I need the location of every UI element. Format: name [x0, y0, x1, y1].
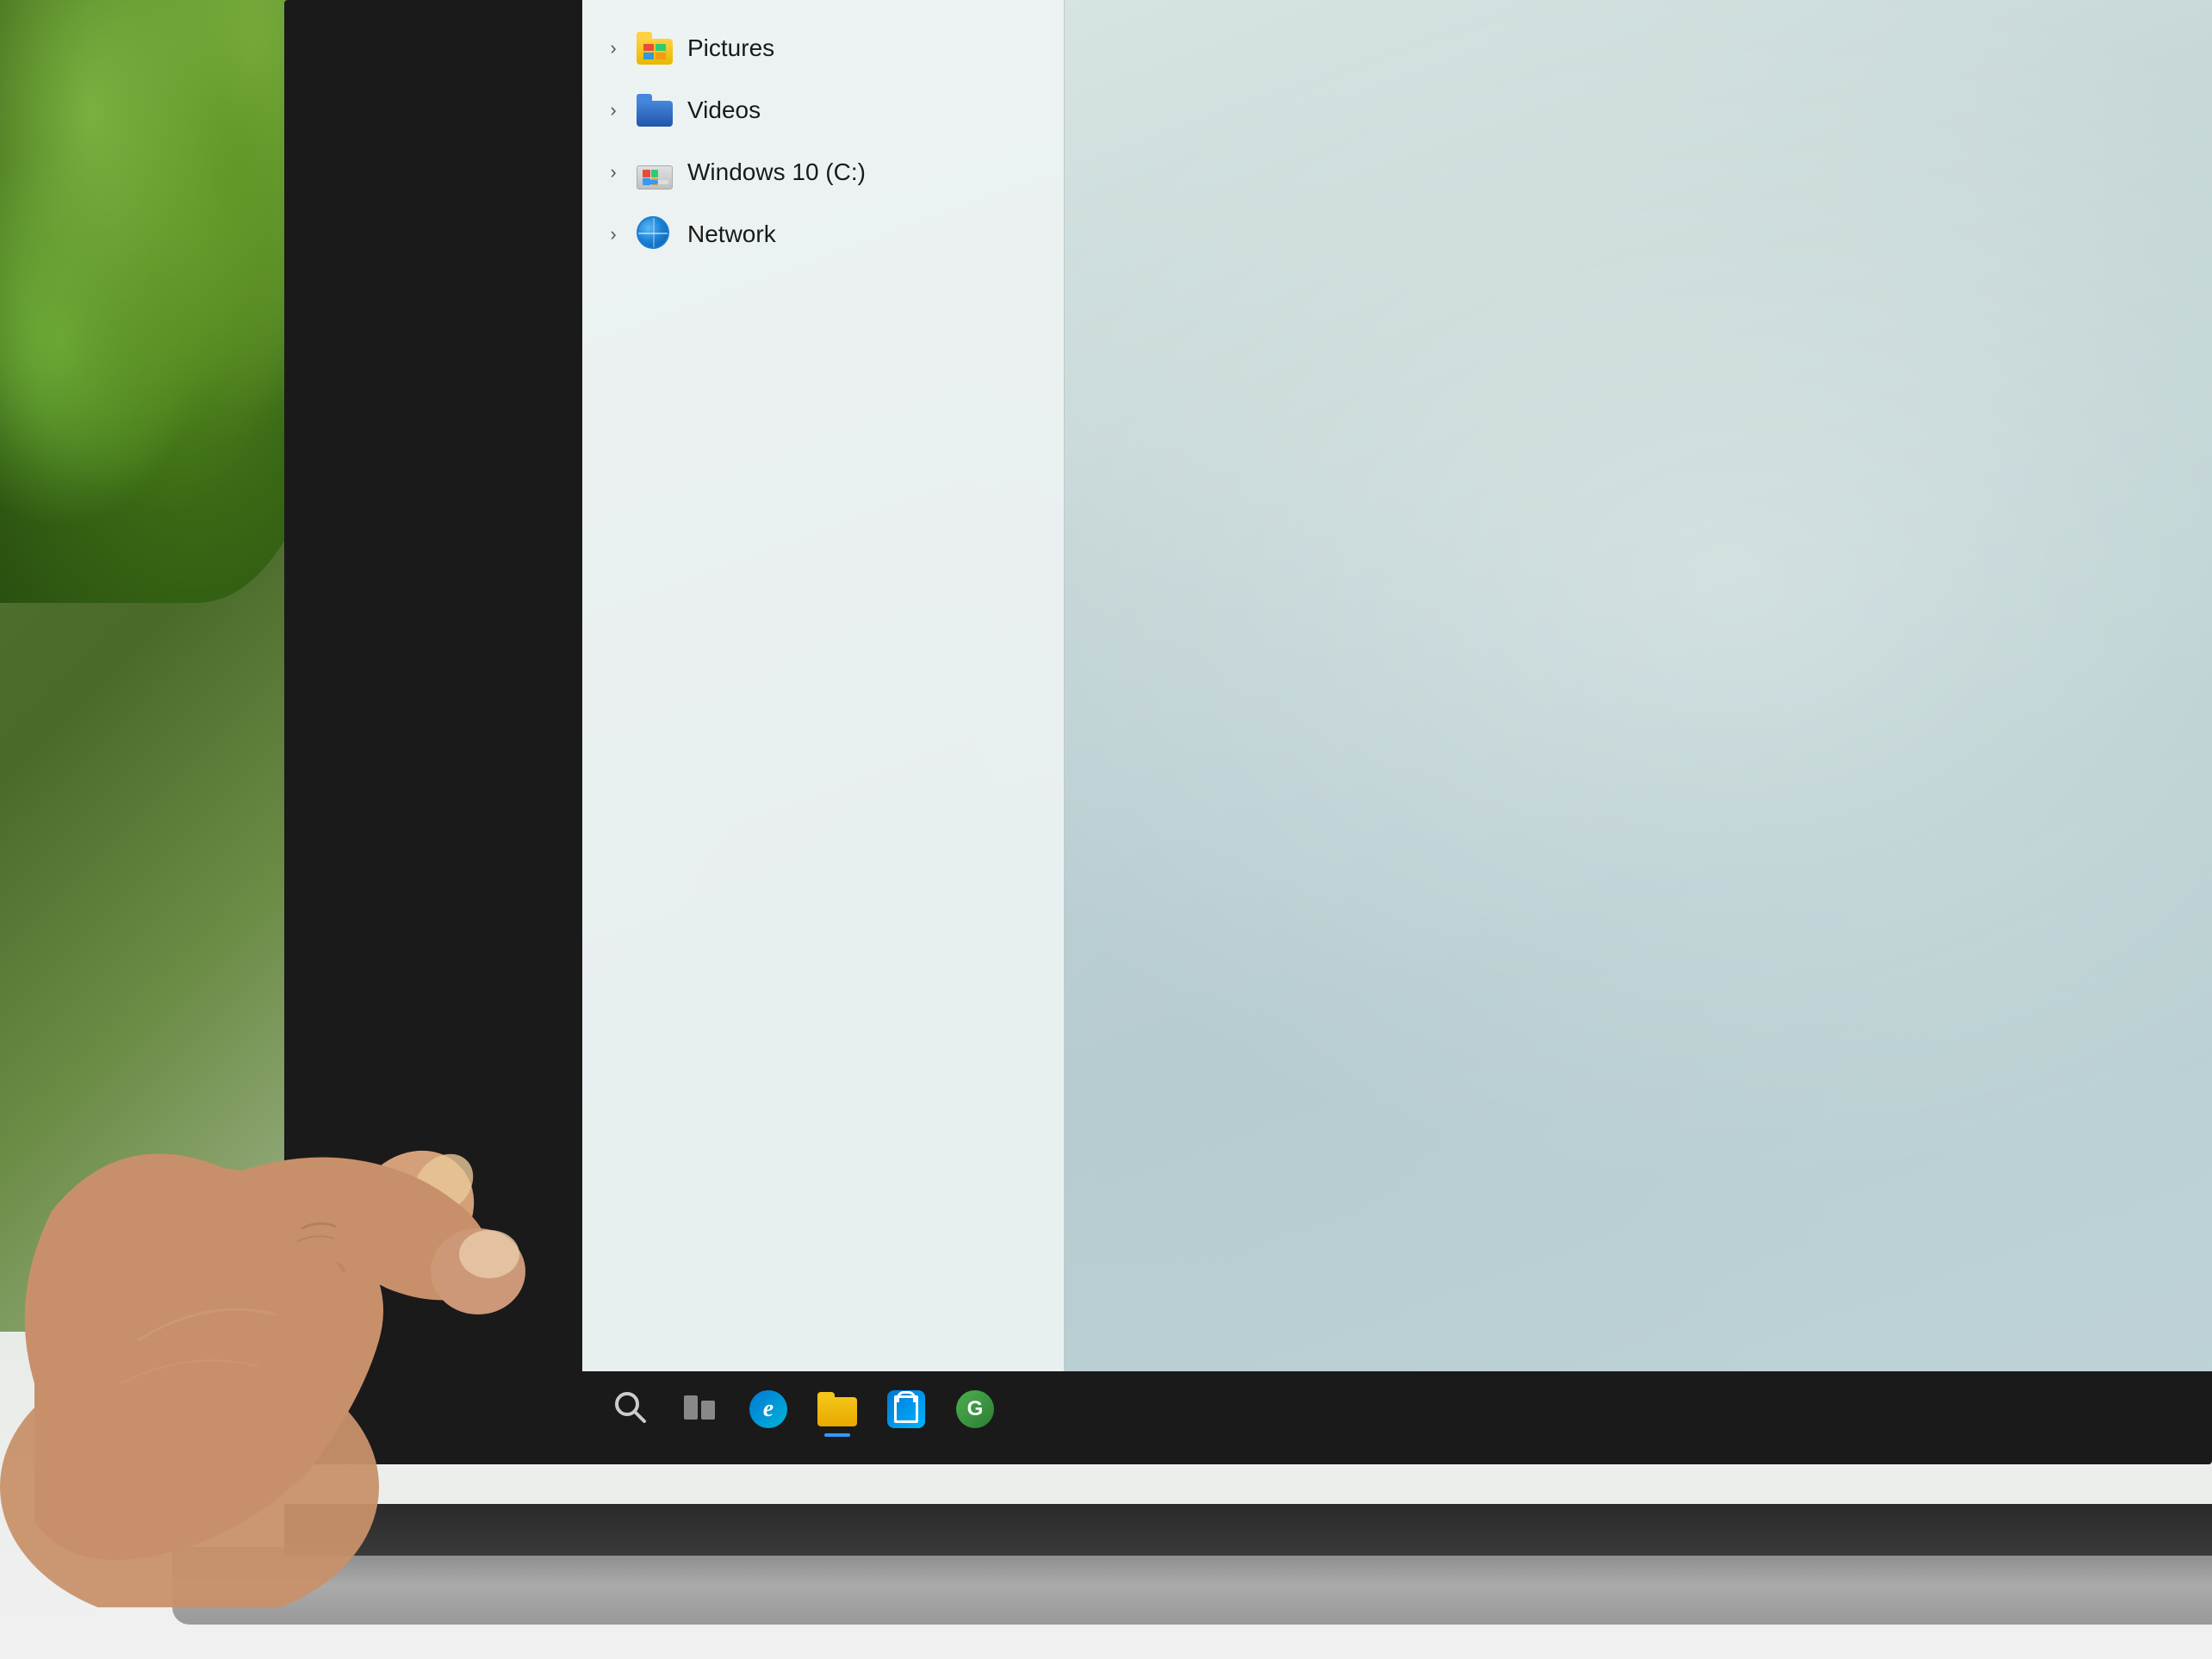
sidebar-item-windows10c[interactable]: › — [582, 141, 1064, 203]
windows-taskbar: G — [582, 1371, 2212, 1447]
hand-overlay — [0, 780, 586, 1607]
chevron-videos-icon: › — [600, 96, 627, 124]
network-globe-icon — [636, 215, 674, 253]
edge-icon — [749, 1390, 787, 1428]
security-taskbar-button[interactable]: G — [944, 1378, 1006, 1440]
security-icon: G — [956, 1390, 994, 1428]
sidebar-item-videos[interactable]: › Videos — [582, 79, 1064, 141]
chevron-network-icon: › — [600, 221, 627, 248]
chevron-pictures-icon: › — [600, 34, 627, 62]
edge-taskbar-button[interactable] — [737, 1378, 799, 1440]
chevron-drive-icon: › — [600, 158, 627, 186]
windows10c-label: Windows 10 (C:) — [687, 158, 866, 186]
explorer-icon — [817, 1392, 857, 1426]
sidebar-items-list: › — [582, 0, 1064, 265]
videos-folder-icon — [636, 91, 674, 129]
network-label: Network — [687, 221, 776, 248]
monitor-screen: › — [582, 0, 2212, 1447]
pictures-folder-icon — [636, 29, 674, 67]
taskview-icon — [680, 1389, 718, 1431]
pictures-label: Pictures — [687, 34, 774, 62]
plant-vase — [26, 327, 198, 569]
search-taskbar-button[interactable] — [600, 1378, 662, 1440]
file-explorer-sidebar: › — [582, 0, 1065, 1447]
drive-c-icon — [636, 153, 674, 191]
search-icon — [612, 1389, 649, 1431]
store-taskbar-button[interactable] — [875, 1378, 937, 1440]
active-indicator — [824, 1433, 850, 1437]
store-icon — [887, 1390, 925, 1428]
taskview-taskbar-button[interactable] — [668, 1378, 730, 1440]
explorer-taskbar-button[interactable] — [806, 1378, 868, 1440]
sidebar-item-pictures[interactable]: › — [582, 17, 1064, 79]
sidebar-item-network[interactable]: › Network — [582, 203, 1064, 265]
videos-label: Videos — [687, 96, 761, 124]
